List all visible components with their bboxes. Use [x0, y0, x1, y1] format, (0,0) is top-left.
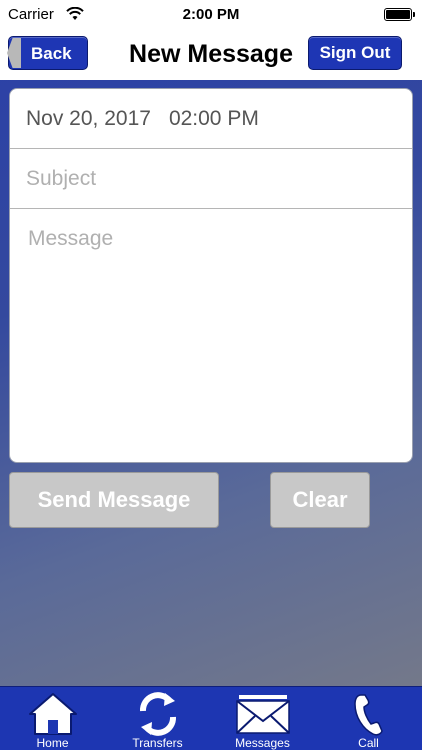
- message-input[interactable]: Message: [10, 209, 412, 269]
- nav-bar: Back New Message Sign Out: [0, 30, 422, 80]
- tab-label-transfers: Transfers: [132, 736, 183, 750]
- tab-label-call: Call: [358, 736, 379, 750]
- time-value: 02:00 PM: [168, 107, 259, 130]
- status-time: 2:00 PM: [182, 6, 240, 23]
- date-value: Nov 20, 2017: [26, 107, 151, 130]
- tab-messages[interactable]: Messages: [210, 687, 315, 750]
- battery-fill: [386, 10, 410, 19]
- battery-icon: [384, 8, 415, 21]
- home-icon: [28, 693, 77, 735]
- tab-bar: Home Transfers Messages Call: [0, 686, 422, 750]
- messages-icon: [235, 695, 290, 734]
- message-form: Nov 20, 2017 02:00 PM Subject Message: [9, 88, 413, 463]
- message-placeholder: Message: [28, 227, 114, 250]
- phone-icon: [353, 694, 383, 736]
- transfers-icon: [139, 692, 176, 736]
- tab-label-home: Home: [36, 736, 69, 750]
- subject-placeholder: Subject: [26, 167, 97, 190]
- send-message-button[interactable]: Send Message: [9, 472, 219, 528]
- tab-label-messages: Messages: [235, 736, 290, 750]
- clear-button[interactable]: Clear: [270, 472, 370, 528]
- tab-transfers[interactable]: Transfers: [105, 687, 210, 750]
- tab-call[interactable]: Call: [316, 687, 421, 750]
- sign-out-button[interactable]: Sign Out: [308, 36, 402, 70]
- status-bar: Carrier 2:00 PM: [0, 0, 422, 30]
- subject-input[interactable]: Subject: [10, 149, 412, 209]
- tab-home[interactable]: Home: [0, 687, 105, 750]
- date-time-field[interactable]: Nov 20, 2017 02:00 PM: [10, 89, 412, 149]
